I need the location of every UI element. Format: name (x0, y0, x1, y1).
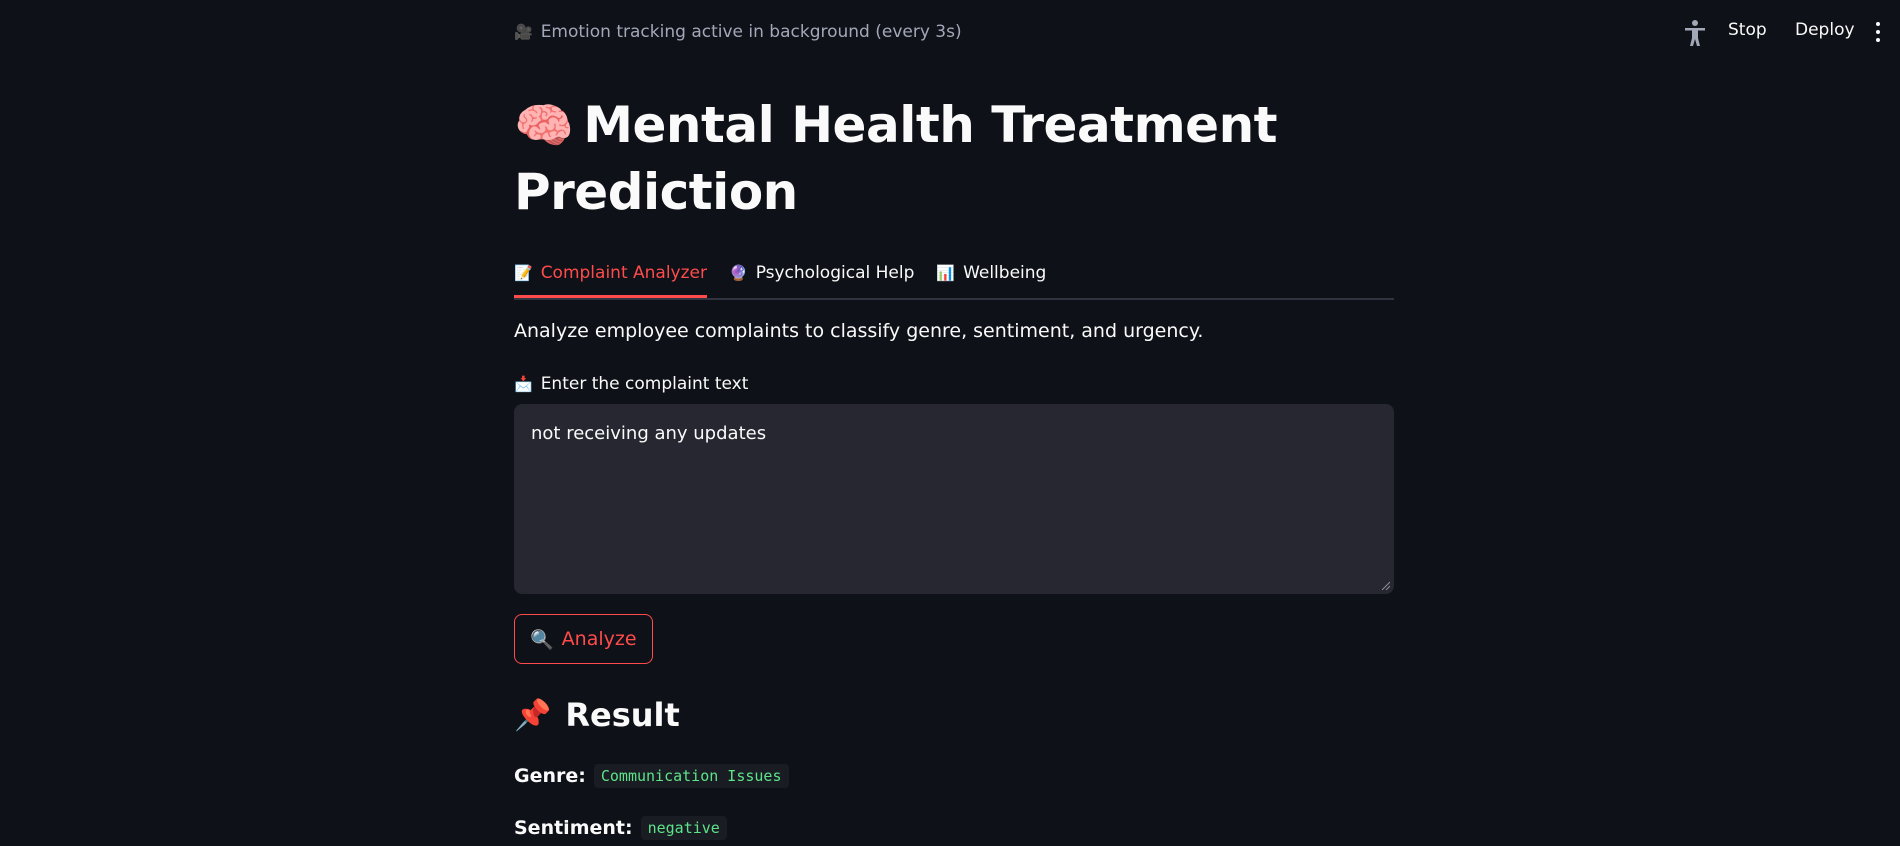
tab-label: Complaint Analyzer (540, 263, 707, 283)
tab-psychological-help[interactable]: 🔮 Psychological Help (729, 250, 914, 296)
tab-wellbeing[interactable]: 📊 Wellbeing (936, 250, 1046, 296)
resize-handle-icon[interactable] (1380, 580, 1390, 590)
stop-button[interactable]: Stop (1728, 20, 1767, 40)
more-menu-icon[interactable] (1874, 20, 1882, 46)
crystal-ball-icon: 🔮 (729, 264, 748, 282)
status-text: Emotion tracking active in background (e… (540, 22, 962, 42)
genre-row: Genre: Communication Issues (514, 764, 789, 788)
brain-icon: 🧠 (514, 98, 574, 154)
tab-bar: 📝 Complaint Analyzer 🔮 Psychological Hel… (514, 250, 1394, 300)
tab-label: Wellbeing (963, 263, 1047, 283)
bar-chart-icon: 📊 (936, 264, 956, 282)
complaint-field-label-text: Enter the complaint text (540, 374, 749, 394)
memo-icon: 📝 (514, 264, 533, 282)
pushpin-icon: 📌 (514, 697, 552, 733)
complaint-textarea[interactable]: not receiving any updates (514, 404, 1394, 594)
envelope-icon: 📩 (514, 375, 533, 393)
status-message: 🎥 Emotion tracking active in background … (514, 22, 962, 42)
top-bar: 🎥 Emotion tracking active in background … (0, 0, 1900, 66)
analyzer-description: Analyze employee complaints to classify … (514, 320, 1204, 342)
page-title-text: Mental Health Treatment Prediction (514, 96, 1278, 221)
result-heading: 📌 Result (514, 696, 680, 734)
sentiment-row: Sentiment: negative (514, 816, 727, 840)
analyze-button[interactable]: 🔍 Analyze (514, 614, 653, 664)
page-title: 🧠 Mental Health Treatment Prediction (514, 92, 1394, 225)
genre-value: Communication Issues (593, 764, 789, 788)
sentiment-label: Sentiment: (514, 817, 633, 839)
tab-complaint-analyzer[interactable]: 📝 Complaint Analyzer (514, 250, 707, 298)
camera-icon: 🎥 (514, 23, 533, 41)
tab-label: Psychological Help (755, 263, 915, 283)
accessibility-icon[interactable] (1680, 18, 1710, 48)
result-heading-text: Result (565, 696, 680, 734)
analyze-button-label: Analyze (561, 628, 637, 650)
sentiment-value: negative (640, 816, 727, 840)
deploy-button[interactable]: Deploy (1795, 20, 1855, 40)
genre-label: Genre: (514, 765, 586, 787)
magnifier-icon: 🔍 (530, 628, 554, 651)
complaint-field-label: 📩 Enter the complaint text (514, 374, 748, 394)
